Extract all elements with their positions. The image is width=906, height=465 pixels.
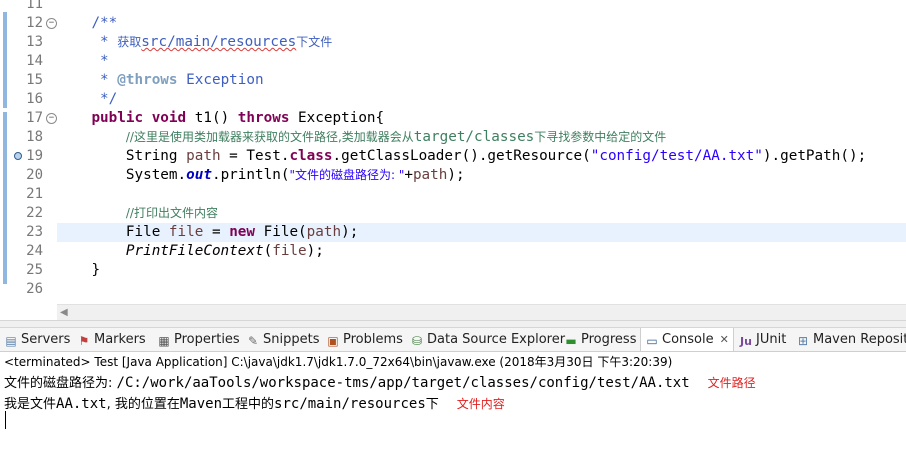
junit-icon: Ju xyxy=(740,335,752,348)
line-number: 21 xyxy=(26,186,43,202)
tab-markers[interactable]: ⚑ Markers xyxy=(77,328,146,351)
tab-progress[interactable]: ▬ Progress xyxy=(564,328,636,351)
maven-icon: ⊞ xyxy=(797,334,809,348)
code-line-24: PrintFileContext(file); xyxy=(125,243,324,259)
code-line-18: //这里是使用类加载器来获取的文件路径,类加载器会从target/classes… xyxy=(125,129,667,145)
breakpoint-marker-icon[interactable] xyxy=(14,152,22,160)
panel-sash[interactable] xyxy=(0,320,906,328)
markers-icon: ⚑ xyxy=(78,334,90,348)
code-area[interactable]: /** * 获取src/main/resources下文件 * * @throw… xyxy=(57,0,906,304)
line-number: 15 xyxy=(26,72,43,88)
line-number: 17 xyxy=(26,110,43,126)
code-line-22: //打印出文件内容 xyxy=(125,206,218,220)
change-marker xyxy=(3,112,7,284)
line-number: 26 xyxy=(26,281,43,297)
bottom-view-tabs: ▤ Servers ⚑ Markers ▦ Properties ✎ Snippets … xyxy=(0,328,906,352)
tab-maven-repositories[interactable]: ⊞Maven Reposito xyxy=(796,328,906,351)
tab-data-source-explorer[interactable]: ⛁ Data Source Explorer xyxy=(410,328,565,351)
annotation-file-path: 文件路径 xyxy=(707,376,756,390)
code-line-15: * @throws Exception xyxy=(100,72,264,88)
tab-properties[interactable]: ▦ Properties xyxy=(157,328,239,351)
overview-ruler xyxy=(0,0,9,304)
tab-console[interactable]: ▭ Console ✕ xyxy=(640,328,734,351)
problems-icon: ▣ xyxy=(327,334,339,348)
progress-icon: ▬ xyxy=(565,334,577,348)
console-status: <terminated> Test [Java Application] C:\… xyxy=(4,355,673,369)
line-number: 23 xyxy=(26,224,43,240)
line-number: 13 xyxy=(26,34,43,50)
code-line-14: * xyxy=(100,53,109,69)
line-number: 12 xyxy=(26,15,43,31)
annotation-file-content: 文件内容 xyxy=(456,397,505,411)
tab-snippets[interactable]: ✎ Snippets xyxy=(246,328,320,351)
scroll-left-icon[interactable]: ◀ xyxy=(60,307,68,318)
line-number: 22 xyxy=(26,205,43,221)
console-line-1: 文件的磁盘路径为: /C:/work/aaTools/workspace-tms… xyxy=(4,375,756,391)
line-number: 20 xyxy=(26,167,43,183)
snippets-icon: ✎ xyxy=(247,334,259,348)
code-line-23-current[interactable]: File file = new File(path); xyxy=(57,223,906,242)
code-line-17: public void t1() throws Exception{ xyxy=(91,110,385,126)
text-caret xyxy=(5,411,6,429)
tab-junit[interactable]: Ju JUnit xyxy=(739,328,786,351)
code-line-12: /** xyxy=(91,15,118,31)
code-line-20: System.out.println("文件的磁盘路径为: "+path); xyxy=(125,167,465,183)
console-line-2: 我是文件AA.txt, 我的位置在Maven工程中的src/main/resou… xyxy=(4,396,505,412)
line-number: 18 xyxy=(26,129,43,145)
line-number: 24 xyxy=(26,243,43,259)
line-number: 16 xyxy=(26,91,43,107)
change-marker xyxy=(3,12,7,108)
fold-collapse-icon[interactable]: − xyxy=(46,113,57,124)
close-icon[interactable]: ✕ xyxy=(720,333,729,346)
tab-problems[interactable]: ▣ Problems xyxy=(326,328,403,351)
data-source-icon: ⛁ xyxy=(411,334,423,348)
fold-collapse-icon[interactable]: − xyxy=(46,18,57,29)
line-number: 14 xyxy=(26,53,43,69)
console-icon: ▭ xyxy=(646,334,658,348)
servers-icon: ▤ xyxy=(5,334,17,348)
tab-servers[interactable]: ▤ Servers xyxy=(4,328,70,351)
code-line-13: * 获取src/main/resources下文件 xyxy=(100,34,333,50)
properties-icon: ▦ xyxy=(158,334,170,348)
java-editor[interactable]: 11 12 13 14 15 16 17 18 19 20 21 22 23 2… xyxy=(0,0,906,322)
code-line-19: String path = Test.class.getClassLoader(… xyxy=(125,148,867,164)
console-output[interactable]: 文件的磁盘路径为: /C:/work/aaTools/workspace-tms… xyxy=(0,372,906,465)
line-number: 11 xyxy=(26,0,43,12)
horizontal-scrollbar[interactable]: ◀ xyxy=(57,304,906,321)
line-number: 25 xyxy=(26,262,43,278)
code-line-25: } xyxy=(91,262,101,278)
line-number-gutter: 11 12 13 14 15 16 17 18 19 20 21 22 23 2… xyxy=(9,0,57,304)
code-line-16: */ xyxy=(100,91,118,107)
